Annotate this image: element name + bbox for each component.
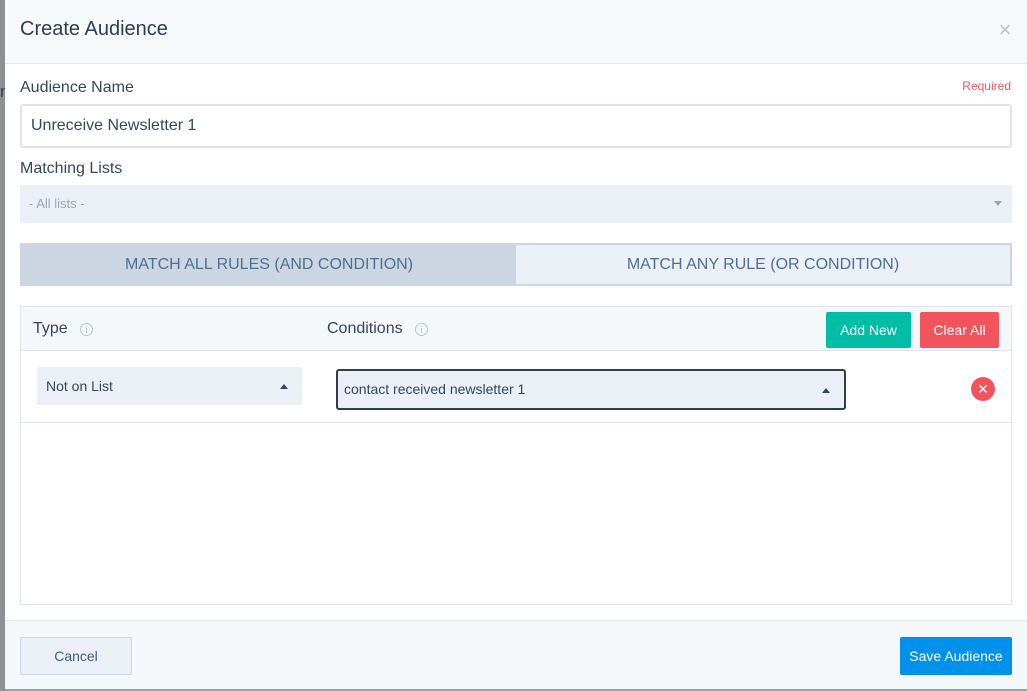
close-icon[interactable]: ×: [995, 19, 1015, 41]
rule-type-value: Not on List: [46, 378, 113, 394]
required-indicator: Required: [962, 79, 1011, 93]
cancel-button[interactable]: Cancel: [20, 637, 132, 675]
rules-panel: Type Conditions Add New Clear All Not on…: [20, 306, 1012, 605]
save-audience-button[interactable]: Save Audience: [900, 637, 1012, 675]
rule-condition-value: contact received newsletter 1: [344, 381, 526, 397]
rule-condition-select[interactable]: contact received newsletter 1: [336, 369, 846, 410]
audience-name-label: Audience Name: [20, 79, 134, 96]
add-new-button[interactable]: Add New: [826, 312, 911, 348]
type-column-header: Type: [33, 320, 93, 338]
info-icon[interactable]: [414, 322, 428, 336]
type-header-label: Type: [33, 320, 68, 337]
chevron-up-icon: [280, 384, 288, 389]
chevron-down-icon: [994, 201, 1002, 206]
matching-lists-select[interactable]: - All lists -: [20, 185, 1012, 223]
chevron-up-icon: [822, 388, 830, 393]
rule-type-select[interactable]: Not on List: [37, 367, 302, 405]
rules-header: Type Conditions Add New Clear All: [21, 307, 1011, 351]
match-mode-toggle: MATCH ALL RULES (AND CONDITION) MATCH AN…: [20, 243, 1012, 286]
clear-all-button[interactable]: Clear All: [920, 312, 999, 348]
remove-rule-icon[interactable]: ✕: [971, 377, 995, 401]
rule-row: Not on List contact received newsletter …: [21, 351, 1011, 423]
modal-title: Create Audience: [20, 18, 168, 40]
info-icon[interactable]: [79, 322, 93, 336]
conditions-column-header: Conditions: [327, 320, 428, 338]
conditions-header-label: Conditions: [327, 320, 403, 337]
audience-name-input[interactable]: [20, 104, 1012, 148]
tab-match-all[interactable]: MATCH ALL RULES (AND CONDITION): [22, 245, 516, 284]
create-audience-modal: Create Audience × Audience Name Required…: [5, 0, 1027, 689]
modal-header: Create Audience ×: [5, 0, 1027, 64]
matching-lists-value: - All lists -: [29, 196, 85, 211]
modal-footer: Cancel Save Audience: [5, 620, 1027, 689]
tab-match-any[interactable]: MATCH ANY RULE (OR CONDITION): [516, 245, 1010, 284]
matching-lists-label: Matching Lists: [20, 160, 123, 177]
